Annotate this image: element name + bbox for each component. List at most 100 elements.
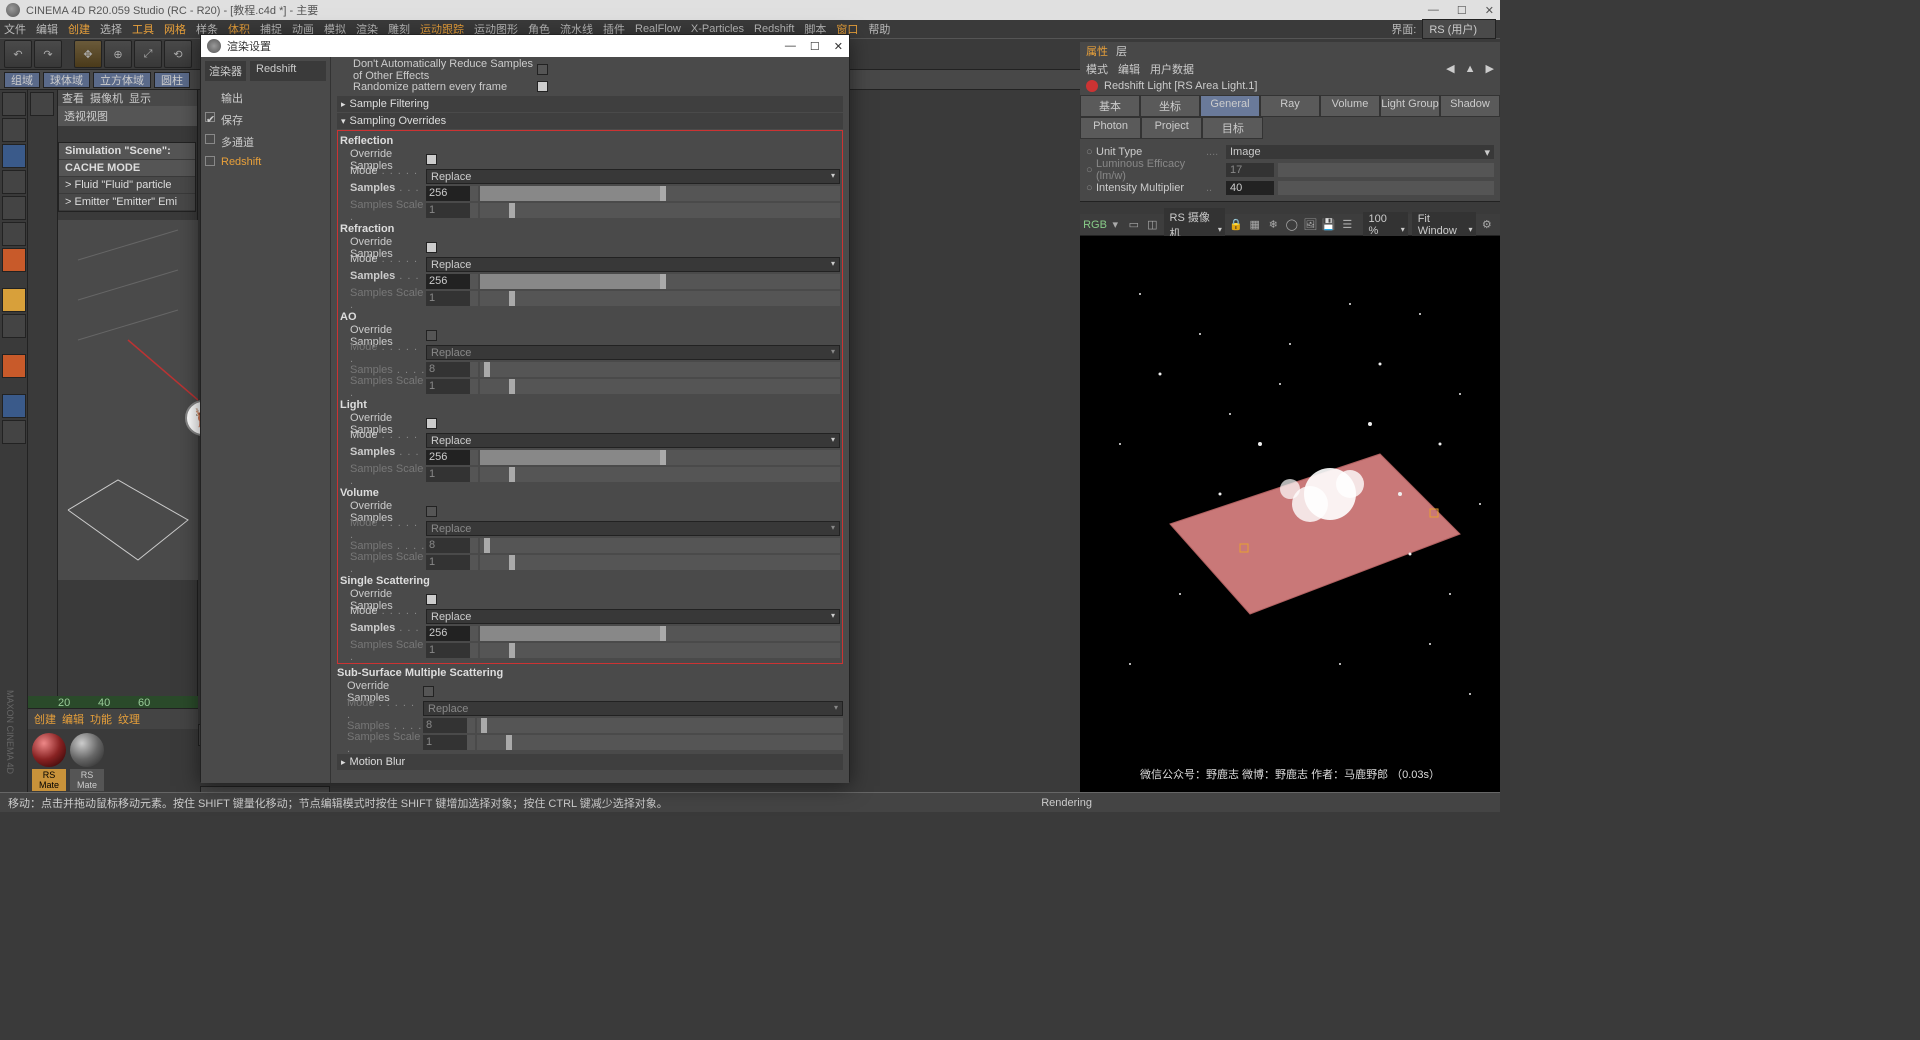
refl-samp-slider[interactable]	[480, 186, 840, 201]
tree-multi[interactable]: 多通道	[205, 131, 326, 153]
rv-save-icon[interactable]: 💾	[1322, 216, 1337, 234]
rv-lock-icon[interactable]: 🔒	[1229, 216, 1244, 234]
rv-grid-icon[interactable]: ▦	[1247, 216, 1262, 234]
sim-emit[interactable]: > Emitter "Emitter" Emi	[59, 194, 195, 211]
mode-edge[interactable]	[2, 196, 26, 220]
mode-misc[interactable]	[2, 420, 26, 444]
randomize-check[interactable]: ✔	[537, 81, 548, 92]
tb2-cube[interactable]: 立方体域	[93, 72, 151, 88]
menu-help[interactable]: 帮助	[868, 21, 890, 37]
light-os-chk[interactable]: ✔	[426, 418, 437, 429]
tab-coord[interactable]: 坐标	[1140, 95, 1200, 117]
rv-region-icon[interactable]: ▭	[1127, 216, 1142, 234]
auto-reduce-check[interactable]	[537, 64, 548, 75]
ao-os-chk[interactable]	[426, 330, 437, 341]
mat-tab-tex[interactable]: 纹理	[118, 711, 140, 727]
tool-redo[interactable]: ↷	[34, 40, 62, 68]
tab-project[interactable]: Project	[1141, 117, 1202, 139]
dlg-min-button[interactable]: —	[785, 40, 796, 53]
light-mode[interactable]: Replace	[426, 433, 840, 448]
hdr-sample-filtering[interactable]: Sample Filtering	[337, 96, 843, 112]
mode-model[interactable]	[2, 92, 26, 116]
tool-move[interactable]: ⊕	[104, 40, 132, 68]
tree-output[interactable]: 输出	[205, 87, 326, 109]
rv-dd[interactable]: ▾	[1108, 216, 1123, 234]
material-1[interactable]: RS Mate	[32, 733, 66, 791]
refl-samp-spin[interactable]	[470, 186, 478, 201]
mode-soft[interactable]	[2, 314, 26, 338]
refr-samp[interactable]: 256	[426, 274, 470, 289]
aux-btn[interactable]	[30, 92, 54, 116]
int-mult-val[interactable]: 40	[1226, 181, 1274, 195]
rv-snow-icon[interactable]: ❄	[1266, 216, 1281, 234]
mode-texture[interactable]	[2, 118, 26, 142]
refl-os-chk[interactable]: ✔	[426, 154, 437, 165]
mode-poly[interactable]	[2, 222, 26, 246]
tab-volume[interactable]: Volume	[1320, 95, 1380, 117]
ss-samp[interactable]: 256	[426, 626, 470, 641]
viewport-3d[interactable]	[58, 220, 198, 580]
material-2[interactable]: RS Mate	[70, 733, 104, 791]
tb2-group[interactable]: 组域	[4, 72, 40, 88]
ssms-os-chk[interactable]	[423, 686, 434, 697]
rv-list-icon[interactable]: ☰	[1340, 216, 1355, 234]
attr-nav-fwd[interactable]: ▶	[1486, 62, 1494, 75]
dlg-titlebar[interactable]: 渲染设置 — ☐ ✕	[201, 35, 849, 57]
light-slider[interactable]	[480, 450, 840, 465]
render-canvas[interactable]: 微信公众号：野鹿志 微博：野鹿志 作者：马鹿野郎 （0.03s）	[1080, 236, 1500, 792]
tool-rotate[interactable]: ⟲	[164, 40, 192, 68]
tab-photon[interactable]: Photon	[1080, 117, 1141, 139]
refr-os-chk[interactable]: ✔	[426, 242, 437, 253]
mode-lock[interactable]	[2, 394, 26, 418]
menu-mesh[interactable]: 网格	[164, 21, 186, 37]
rv-pic-icon[interactable]: 🖼	[1303, 216, 1318, 234]
vp-cam[interactable]: 摄像机	[90, 90, 123, 106]
menu-tools[interactable]: 工具	[132, 21, 154, 37]
hdr-sampling-overrides[interactable]: Sampling Overrides	[337, 113, 843, 129]
mode-axis[interactable]	[2, 248, 26, 272]
tab-lightgroup[interactable]: Light Group	[1380, 95, 1440, 117]
ss-os-chk[interactable]: ✔	[426, 594, 437, 605]
window-max-button[interactable]: ☐	[1457, 4, 1467, 17]
mode-workplane[interactable]	[2, 144, 26, 168]
mode-quant[interactable]	[2, 354, 26, 378]
tool-scale[interactable]: ⤢	[134, 40, 162, 68]
refr-mode[interactable]: Replace	[426, 257, 840, 272]
dlg-max-button[interactable]: ☐	[810, 40, 820, 53]
unit-type-select[interactable]: Image	[1226, 145, 1494, 159]
mat-tab-edit[interactable]: 编辑	[62, 711, 84, 727]
tool-undo[interactable]: ↶	[4, 40, 32, 68]
window-close-button[interactable]: ✕	[1485, 4, 1494, 17]
ss-slider[interactable]	[480, 626, 840, 641]
rv-zoom[interactable]: 100 %	[1363, 212, 1408, 238]
vol-os-chk[interactable]	[426, 506, 437, 517]
rv-fit[interactable]: Fit Window	[1412, 212, 1476, 238]
tree-save[interactable]: ✔保存	[205, 109, 326, 131]
attr-nav-back[interactable]: ◀	[1446, 62, 1454, 75]
vp-disp[interactable]: 显示	[129, 90, 151, 106]
rv-crop-icon[interactable]: ◫	[1145, 216, 1160, 234]
tree-redshift[interactable]: Redshift	[205, 153, 326, 171]
attr-mode[interactable]: 模式	[1086, 61, 1108, 77]
menu-edit[interactable]: 编辑	[36, 21, 58, 37]
hdr-motion-blur[interactable]: Motion Blur	[337, 754, 843, 770]
mat-tab-create[interactable]: 创建	[34, 711, 56, 727]
light-samp[interactable]: 256	[426, 450, 470, 465]
attr-user[interactable]: 用户数据	[1150, 61, 1194, 77]
refl-mode[interactable]: Replace	[426, 169, 840, 184]
tb2-cyl[interactable]: 圆柱	[154, 72, 190, 88]
menu-create[interactable]: 创建	[68, 21, 90, 37]
tab-ray[interactable]: Ray	[1260, 95, 1320, 117]
layout-select[interactable]: RS (用户)	[1422, 19, 1496, 39]
refl-samp[interactable]: 256	[426, 186, 470, 201]
mat-tab-func[interactable]: 功能	[90, 711, 112, 727]
tab-basic[interactable]: 基本	[1080, 95, 1140, 117]
attr-nav-up[interactable]: ▲	[1465, 63, 1476, 75]
renderer-select[interactable]: Redshift	[250, 61, 326, 81]
ss-mode[interactable]: Replace	[426, 609, 840, 624]
attr-tab-attr[interactable]: 属性	[1086, 43, 1108, 59]
vp-view[interactable]: 查看	[62, 90, 84, 106]
int-mult-slider[interactable]	[1278, 181, 1494, 195]
tb2-sphere[interactable]: 球体域	[43, 72, 90, 88]
rv-rgb-icon[interactable]: RGB	[1086, 216, 1104, 234]
